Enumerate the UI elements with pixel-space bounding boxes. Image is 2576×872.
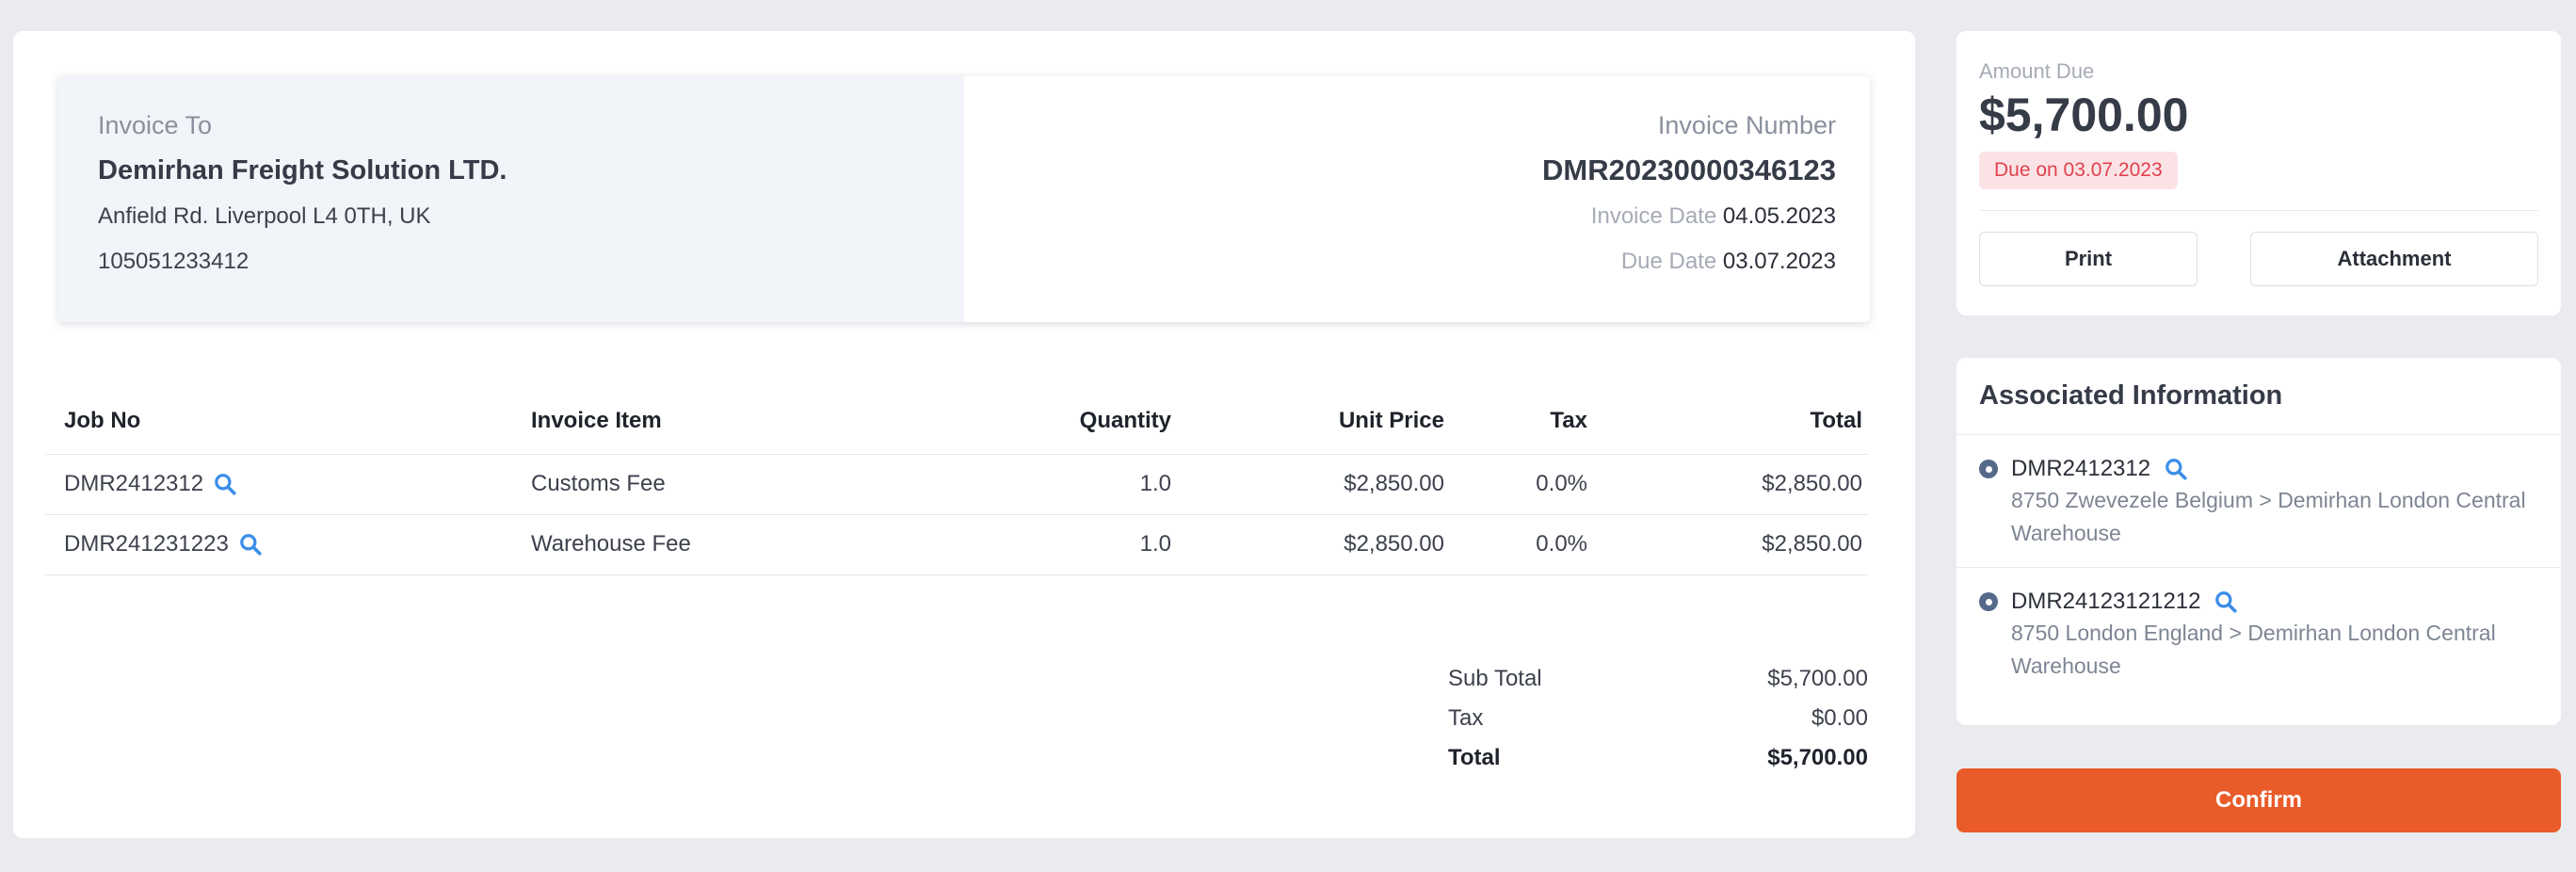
table-row: DMR241231223 Warehouse Fee 1.0 $2,850.00… [45,514,1868,575]
column-header-tax: Tax [1444,388,1587,455]
company-name: Demirhan Freight Solution LTD. [98,155,507,186]
column-header-job-no: Job No [45,388,531,455]
row-total: $2,850.00 [1587,454,1868,515]
amount-due-card: Amount Due $5,700.00 Due on 03.07.2023 P… [1956,31,2561,315]
quantity: 1.0 [926,454,1171,515]
print-button[interactable]: Print [1979,232,2198,286]
column-header-quantity: Quantity [926,388,1171,455]
unit-price: $2,850.00 [1171,514,1444,575]
associated-information-title: Associated Information [1956,358,2561,435]
invoice-to-label: Invoice To [98,111,213,139]
table-header-row: Job No Invoice Item Quantity Unit Price … [45,388,1868,455]
search-icon[interactable] [213,472,237,496]
amount-due-label: Amount Due [1979,59,2095,83]
invoice-meta-section: Invoice Number DMR20230000346123 Invoice… [964,76,1870,322]
tax-value: $0.00 [1811,705,1868,731]
invoice-date-label: Invoice Date [1590,203,1717,229]
due-date: 03.07.2023 [1722,249,1836,274]
associated-item: DMR24123121212 8750 London England > Dem… [1956,568,2561,700]
invoice-item: Customs Fee [531,454,926,515]
tax-label: Tax [1448,705,1484,731]
total-label: Total [1448,745,1501,770]
subtotal-label: Sub Total [1448,666,1542,691]
invoice-items-table: Job No Invoice Item Quantity Unit Price … [45,388,1868,575]
row-total: $2,850.00 [1587,514,1868,575]
invoice-header: Invoice To Demirhan Freight Solution LTD… [58,76,1870,322]
job-no-cell: DMR241231223 [45,514,531,575]
radio-dot-icon [1979,592,1998,611]
associated-job-no: DMR24123121212 [2011,589,2201,614]
divider [1979,210,2538,211]
total-value: $5,700.00 [1767,745,1868,770]
column-header-unit-price: Unit Price [1171,388,1444,455]
subtotal-row: Sub Total $5,700.00 [1448,659,1868,699]
confirm-button[interactable]: Confirm [1956,768,2561,832]
job-no: DMR241231223 [64,531,229,557]
job-no: DMR2412312 [64,471,204,496]
due-badge: Due on 03.07.2023 [1979,152,2178,189]
bill-to-section: Invoice To Demirhan Freight Solution LTD… [58,76,964,322]
totals-section: Sub Total $5,700.00 Tax $0.00 Total $5,7… [1448,659,1868,778]
due-date-label: Due Date [1620,249,1717,274]
amount-due-value: $5,700.00 [1979,89,2189,141]
company-address: Anfield Rd. Liverpool L4 0TH, UK [98,203,431,229]
invoice-date: 04.05.2023 [1722,203,1836,229]
search-icon[interactable] [2164,457,2188,481]
tax: 0.0% [1444,454,1587,515]
associated-route: 8750 Zwevezele Belgium > Demirhan London… [2011,488,2526,545]
search-icon[interactable] [238,532,263,557]
due-date-row: Due Date 03.07.2023 [964,244,1836,280]
column-header-invoice-item: Invoice Item [531,388,926,455]
associated-item: DMR2412312 8750 Zwevezele Belgium > Demi… [1956,435,2561,568]
attachment-button[interactable]: Attachment [2250,232,2538,286]
tax-row: Tax $0.00 [1448,699,1868,738]
associated-job-no: DMR2412312 [2011,456,2151,481]
total-row: Total $5,700.00 [1448,738,1868,778]
action-buttons: Print Attachment [1979,232,2538,286]
invoice-date-row: Invoice Date 04.05.2023 [964,199,1836,234]
job-no-cell: DMR2412312 [45,454,531,515]
table-row: DMR2412312 Customs Fee 1.0 $2,850.00 0.0… [45,454,1868,515]
search-icon[interactable] [2214,589,2238,614]
tax: 0.0% [1444,514,1587,575]
unit-price: $2,850.00 [1171,454,1444,515]
company-tax-number: 105051233412 [98,249,250,274]
quantity: 1.0 [926,514,1171,575]
column-header-total: Total [1587,388,1868,455]
associated-route: 8750 London England > Demirhan London Ce… [2011,621,2496,678]
invoice-number-label: Invoice Number [1657,111,1836,139]
invoice-item: Warehouse Fee [531,514,926,575]
associated-information-card: Associated Information DMR2412312 8750 Z… [1956,358,2561,725]
radio-dot-icon [1979,460,1998,478]
subtotal-value: $5,700.00 [1767,666,1868,691]
invoice-number: DMR20230000346123 [1542,153,1836,186]
